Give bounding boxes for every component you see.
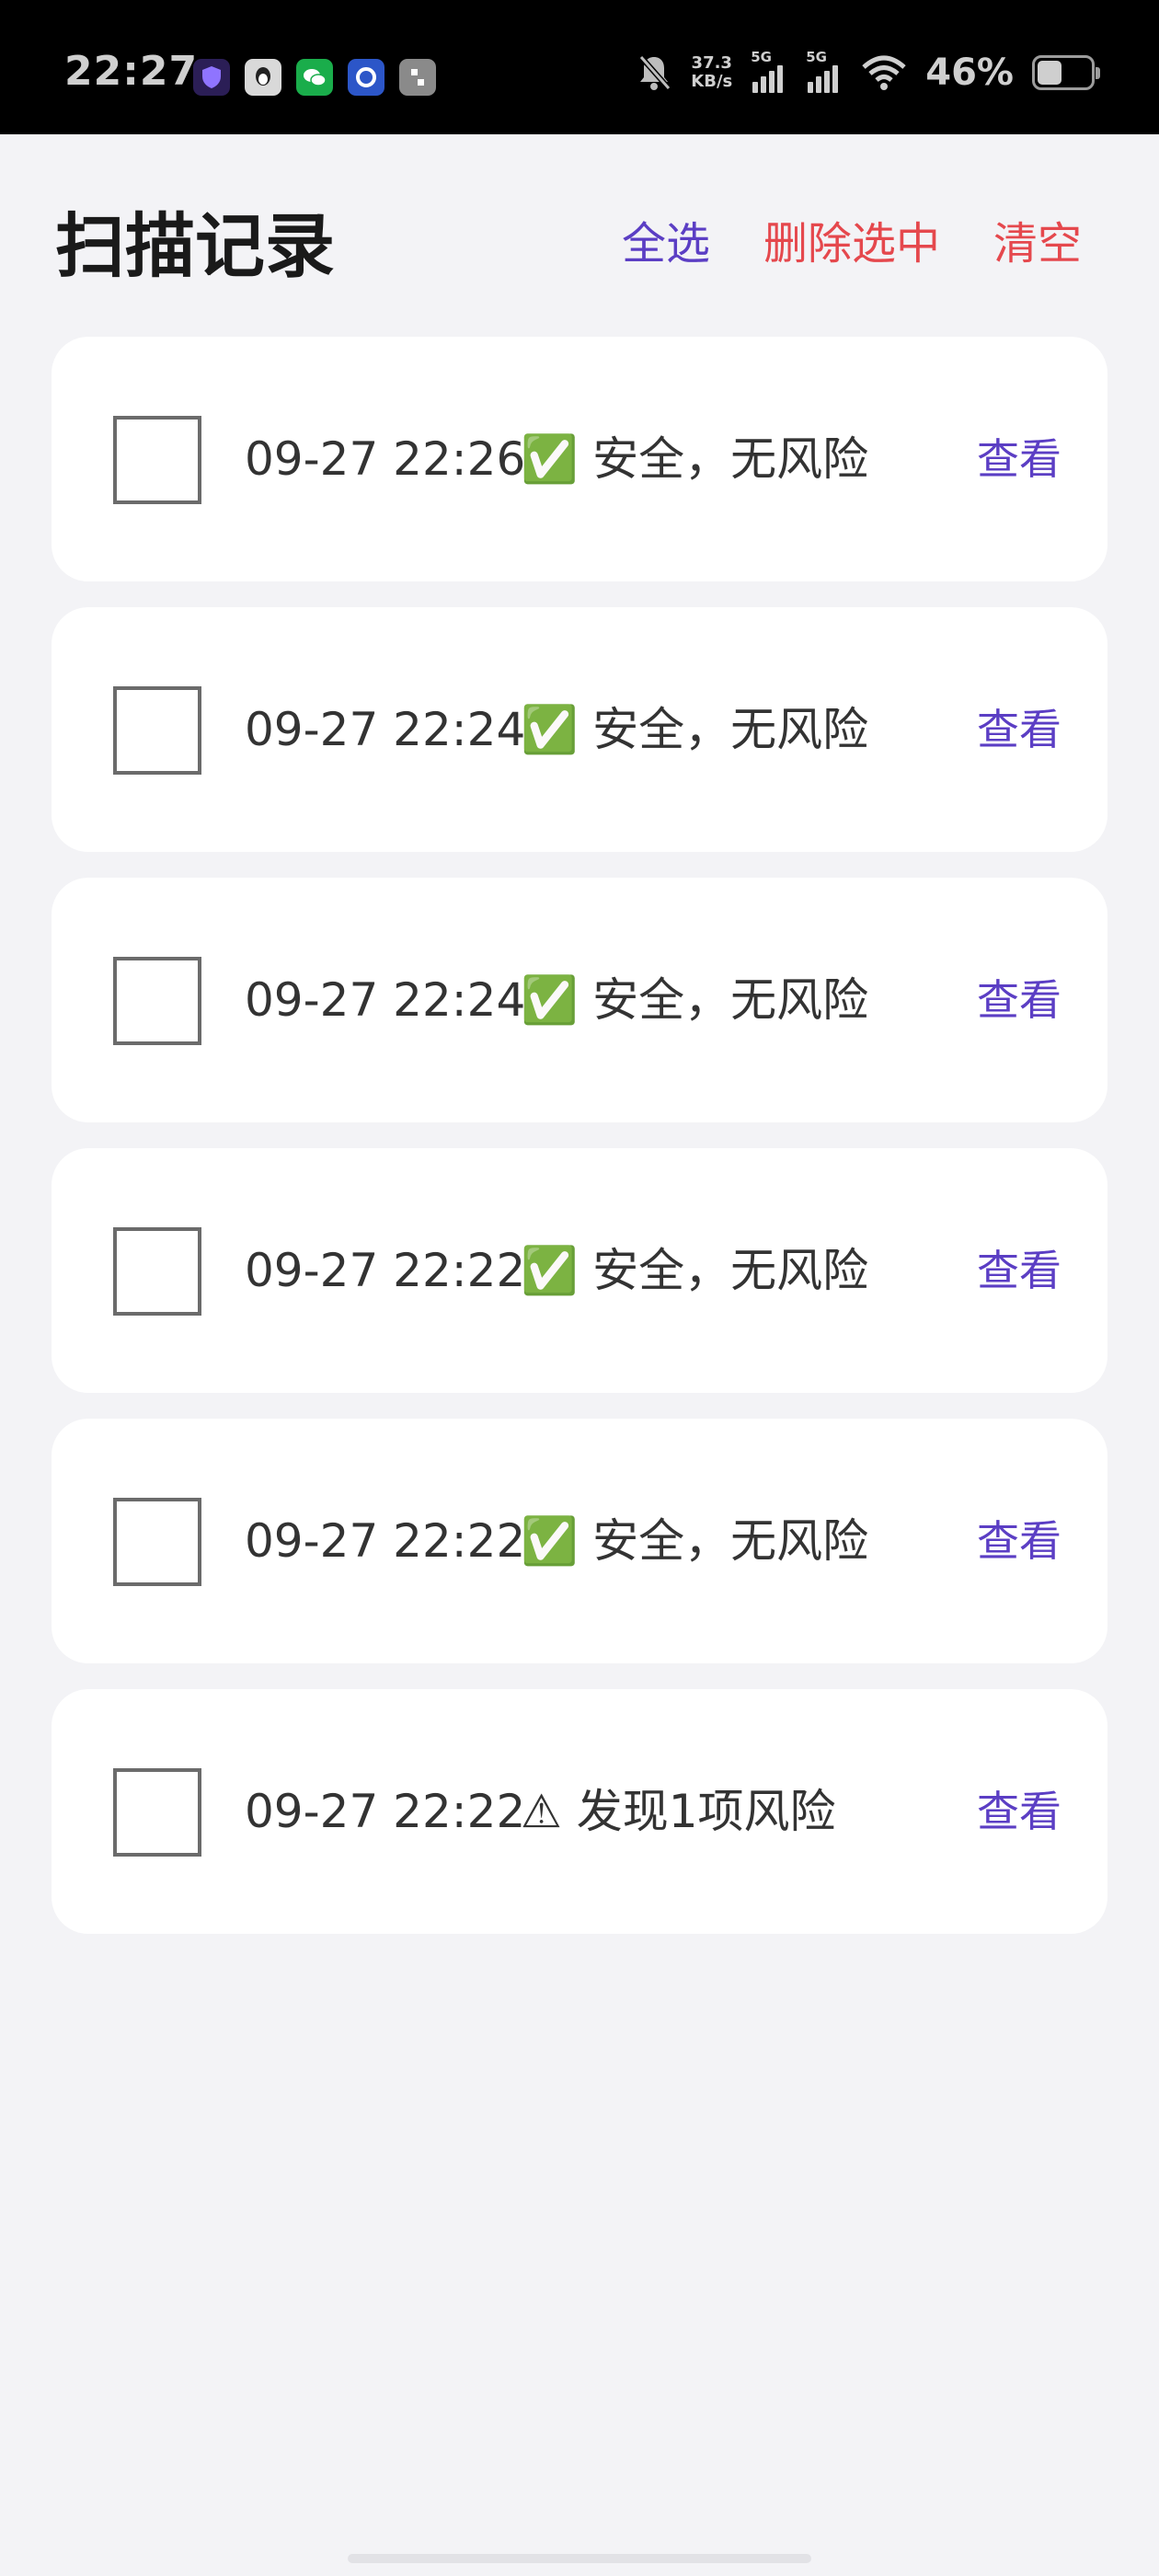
view-button[interactable]: 查看 — [977, 697, 1061, 762]
view-button[interactable]: 查看 — [977, 1509, 1061, 1573]
record-time: 09-27 22:24 — [245, 703, 526, 756]
record-checkbox[interactable] — [113, 957, 201, 1045]
record-time: 09-27 22:22 — [245, 1785, 526, 1838]
record-status: ✅ 安全，无风险 — [521, 1514, 869, 1568]
record-time: 09-27 22:24 — [245, 973, 526, 1027]
record-checkbox[interactable] — [113, 1498, 201, 1586]
record-status: ✅ 安全，无风险 — [521, 703, 869, 756]
header-actions: 全选 删除选中 清空 — [622, 213, 1082, 274]
net-speed-unit: KB/s — [691, 72, 733, 91]
notification-icons — [193, 59, 436, 96]
record-checkbox[interactable] — [113, 1768, 201, 1857]
record-checkbox[interactable] — [113, 686, 201, 775]
record-time: 09-27 22:22 — [245, 1244, 526, 1297]
record-status: ✅ 安全，无风险 — [521, 432, 869, 486]
view-button[interactable]: 查看 — [977, 1779, 1061, 1844]
status-time: 22:27 — [64, 48, 199, 95]
record-time: 09-27 22:26 — [245, 432, 526, 486]
battery-level — [1038, 61, 1061, 85]
status-indicators: 37.3 KB/s 5G 5G 46% — [636, 49, 1100, 94]
sim1-label: 5G — [751, 49, 772, 65]
qq-icon — [245, 59, 281, 96]
view-button[interactable]: 查看 — [977, 968, 1061, 1032]
page-title: 扫描记录 — [55, 205, 335, 287]
net-speed-value: 37.3 — [691, 53, 732, 73]
wifi-icon — [861, 54, 907, 91]
home-indicator[interactable] — [348, 2554, 811, 2563]
shield-app-icon — [193, 59, 230, 96]
clear-button[interactable]: 清空 — [993, 213, 1082, 274]
record-status: ✅ 安全，无风险 — [521, 973, 869, 1027]
wechat-icon — [296, 59, 333, 96]
blue-app-icon — [348, 59, 384, 96]
net-speed: 37.3 KB/s — [691, 54, 732, 91]
record-list: 09-27 22:26 ✅ 安全，无风险 查看 09-27 22:24 ✅ 安全… — [52, 337, 1107, 1960]
sim2-label: 5G — [806, 49, 827, 65]
record-checkbox[interactable] — [113, 1227, 201, 1316]
battery-icon — [1032, 55, 1100, 90]
view-button[interactable]: 查看 — [977, 1238, 1061, 1303]
record-card[interactable]: 09-27 22:24 ✅ 安全，无风险 查看 — [52, 607, 1107, 852]
record-time: 09-27 22:22 — [245, 1514, 526, 1568]
record-status: ✅ 安全，无风险 — [521, 1244, 869, 1297]
record-card[interactable]: 09-27 22:22 ⚠ 发现1项风险 查看 — [52, 1689, 1107, 1934]
battery-percent: 46% — [925, 52, 1014, 94]
signal-sim2: 5G — [806, 49, 843, 93]
record-card[interactable]: 09-27 22:22 ✅ 安全，无风险 查看 — [52, 1419, 1107, 1663]
status-bar: 22:27 37.3 KB/s 5G 5G 46% — [0, 0, 1159, 134]
record-status: ⚠ 发现1项风险 — [521, 1785, 836, 1838]
record-checkbox[interactable] — [113, 416, 201, 504]
record-card[interactable]: 09-27 22:24 ✅ 安全，无风险 查看 — [52, 878, 1107, 1122]
view-button[interactable]: 查看 — [977, 427, 1061, 491]
delete-selected-button[interactable]: 删除选中 — [763, 213, 940, 274]
select-all-button[interactable]: 全选 — [622, 213, 710, 274]
bell-muted-icon — [636, 53, 672, 92]
record-card[interactable]: 09-27 22:22 ✅ 安全，无风险 查看 — [52, 1148, 1107, 1393]
record-card[interactable]: 09-27 22:26 ✅ 安全，无风险 查看 — [52, 337, 1107, 581]
signal-sim1: 5G — [751, 49, 787, 93]
grey-app-icon — [399, 59, 436, 96]
